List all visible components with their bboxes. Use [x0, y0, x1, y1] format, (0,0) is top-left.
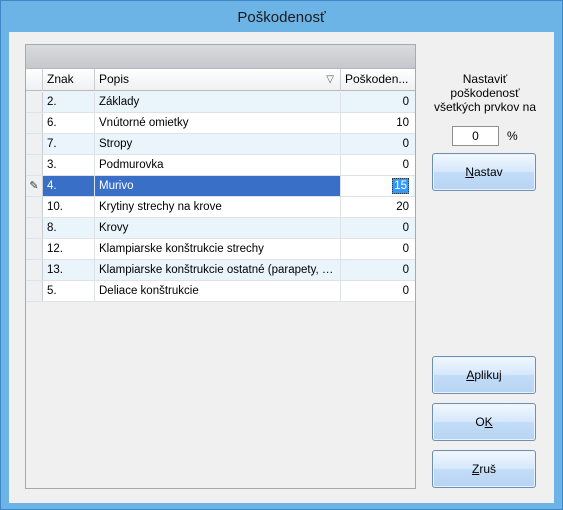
cell-poskodenost[interactable]: 15: [341, 176, 413, 196]
cell-znak[interactable]: 5.: [43, 281, 95, 301]
cell-poskodenost[interactable]: 0: [341, 134, 413, 154]
cell-poskodenost[interactable]: 0: [341, 155, 413, 175]
cell-znak[interactable]: 8.: [43, 218, 95, 238]
grid-rows: 2. Základy 0 6. Vnútorné omietky 10 7. Stropy 0 3…: [26, 92, 415, 302]
cell-editor-input[interactable]: 15: [392, 178, 409, 194]
row-indicator[interactable]: [26, 281, 43, 301]
table-row[interactable]: 6. Vnútorné omietky 10: [26, 113, 415, 134]
percent-sign: %: [507, 129, 518, 143]
group-by-panel[interactable]: [26, 45, 415, 69]
table-row[interactable]: 3. Podmurovka 0: [26, 155, 415, 176]
cell-popis[interactable]: Krytiny strechy na krove: [95, 197, 341, 217]
cancel-button-suffix: ruš: [479, 462, 496, 476]
cell-poskodenost[interactable]: 0: [341, 92, 413, 112]
set-button-suffix: astav: [473, 165, 503, 179]
set-button[interactable]: Nastav: [432, 153, 536, 191]
cell-popis[interactable]: Krovy: [95, 218, 341, 238]
row-indicator[interactable]: [26, 134, 43, 154]
row-indicator[interactable]: [26, 113, 43, 133]
window-title: Poškodenosť: [237, 9, 326, 26]
cancel-button[interactable]: Zruš: [432, 450, 536, 488]
cell-popis[interactable]: Vnútorné omietky: [95, 113, 341, 133]
cell-popis[interactable]: Klampiarske konštrukcie strechy: [95, 239, 341, 259]
column-header-znak[interactable]: Znak: [43, 69, 95, 91]
table-row[interactable]: 2. Základy 0: [26, 92, 415, 113]
apply-button[interactable]: Aplikuj: [432, 356, 536, 394]
cell-znak[interactable]: 4.: [43, 176, 95, 196]
column-header-popis-label: Popis: [99, 72, 130, 86]
column-header-znak-label: Znak: [47, 72, 74, 86]
cell-poskodenost[interactable]: 0: [341, 239, 413, 259]
ok-button-prefix: O: [475, 415, 485, 429]
cell-popis[interactable]: Klampiarske konštrukcie ostatné (parapet…: [95, 260, 341, 280]
row-indicator[interactable]: [26, 92, 43, 112]
cell-poskodenost[interactable]: 10: [341, 113, 413, 133]
damage-grid[interactable]: Znak Popis ▽ Poškoden... 2. Základy 0 6. Vnút…: [25, 44, 416, 489]
row-indicator[interactable]: [26, 197, 43, 217]
cell-popis[interactable]: Podmurovka: [95, 155, 341, 175]
row-indicator[interactable]: [26, 218, 43, 238]
cell-poskodenost[interactable]: 0: [341, 218, 413, 238]
dialog-window: Poškodenosť Znak Popis ▽ Poškoden... 2. Zá…: [0, 0, 563, 510]
row-indicator[interactable]: [26, 155, 43, 175]
cell-znak[interactable]: 13.: [43, 260, 95, 280]
column-header-popis[interactable]: Popis ▽: [95, 69, 341, 91]
row-indicator[interactable]: [26, 260, 43, 280]
cell-popis[interactable]: Deliace konštrukcie: [95, 281, 341, 301]
row-indicator[interactable]: [26, 239, 43, 259]
column-header-poskodenost[interactable]: Poškoden...: [341, 69, 413, 91]
table-row[interactable]: 7. Stropy 0: [26, 134, 415, 155]
table-row[interactable]: ✎ 4. Murivo 15: [26, 176, 415, 197]
grid-header: Znak Popis ▽ Poškoden...: [26, 69, 415, 91]
edit-pencil-icon[interactable]: ✎: [26, 176, 43, 196]
ok-button[interactable]: OK: [432, 403, 536, 441]
cell-popis[interactable]: Murivo: [95, 176, 341, 196]
cell-znak[interactable]: 12.: [43, 239, 95, 259]
cell-popis[interactable]: Základy: [95, 92, 341, 112]
table-row[interactable]: 12. Klampiarske konštrukcie strechy 0: [26, 239, 415, 260]
set-button-mnemonic: N: [465, 165, 474, 179]
cell-popis[interactable]: Stropy: [95, 134, 341, 154]
column-header-poskodenost-label: Poškoden...: [345, 72, 409, 86]
cell-znak[interactable]: 7.: [43, 134, 95, 154]
percent-input[interactable]: 0: [452, 126, 499, 146]
cell-znak[interactable]: 2.: [43, 92, 95, 112]
apply-button-suffix: plikuj: [474, 368, 502, 382]
table-row[interactable]: 13. Klampiarske konštrukcie ostatné (para…: [26, 260, 415, 281]
table-row[interactable]: 8. Krovy 0: [26, 218, 415, 239]
ok-button-mnemonic: K: [484, 415, 493, 429]
cell-znak[interactable]: 3.: [43, 155, 95, 175]
header-indicator: [26, 69, 43, 91]
cell-poskodenost[interactable]: 20: [341, 197, 413, 217]
filter-icon[interactable]: ▽: [326, 69, 334, 90]
cell-poskodenost[interactable]: 0: [341, 260, 413, 280]
table-row[interactable]: 10. Krytiny strechy na krove 20: [26, 197, 415, 218]
cell-znak[interactable]: 10.: [43, 197, 95, 217]
table-row[interactable]: 5. Deliace konštrukcie 0: [26, 281, 415, 302]
cell-poskodenost[interactable]: 0: [341, 281, 413, 301]
set-all-label: Nastaviť poškodenosť všetkých prvkov na: [433, 72, 537, 114]
dialog-client-area: Znak Popis ▽ Poškoden... 2. Základy 0 6. Vnút…: [9, 32, 554, 503]
cell-znak[interactable]: 6.: [43, 113, 95, 133]
